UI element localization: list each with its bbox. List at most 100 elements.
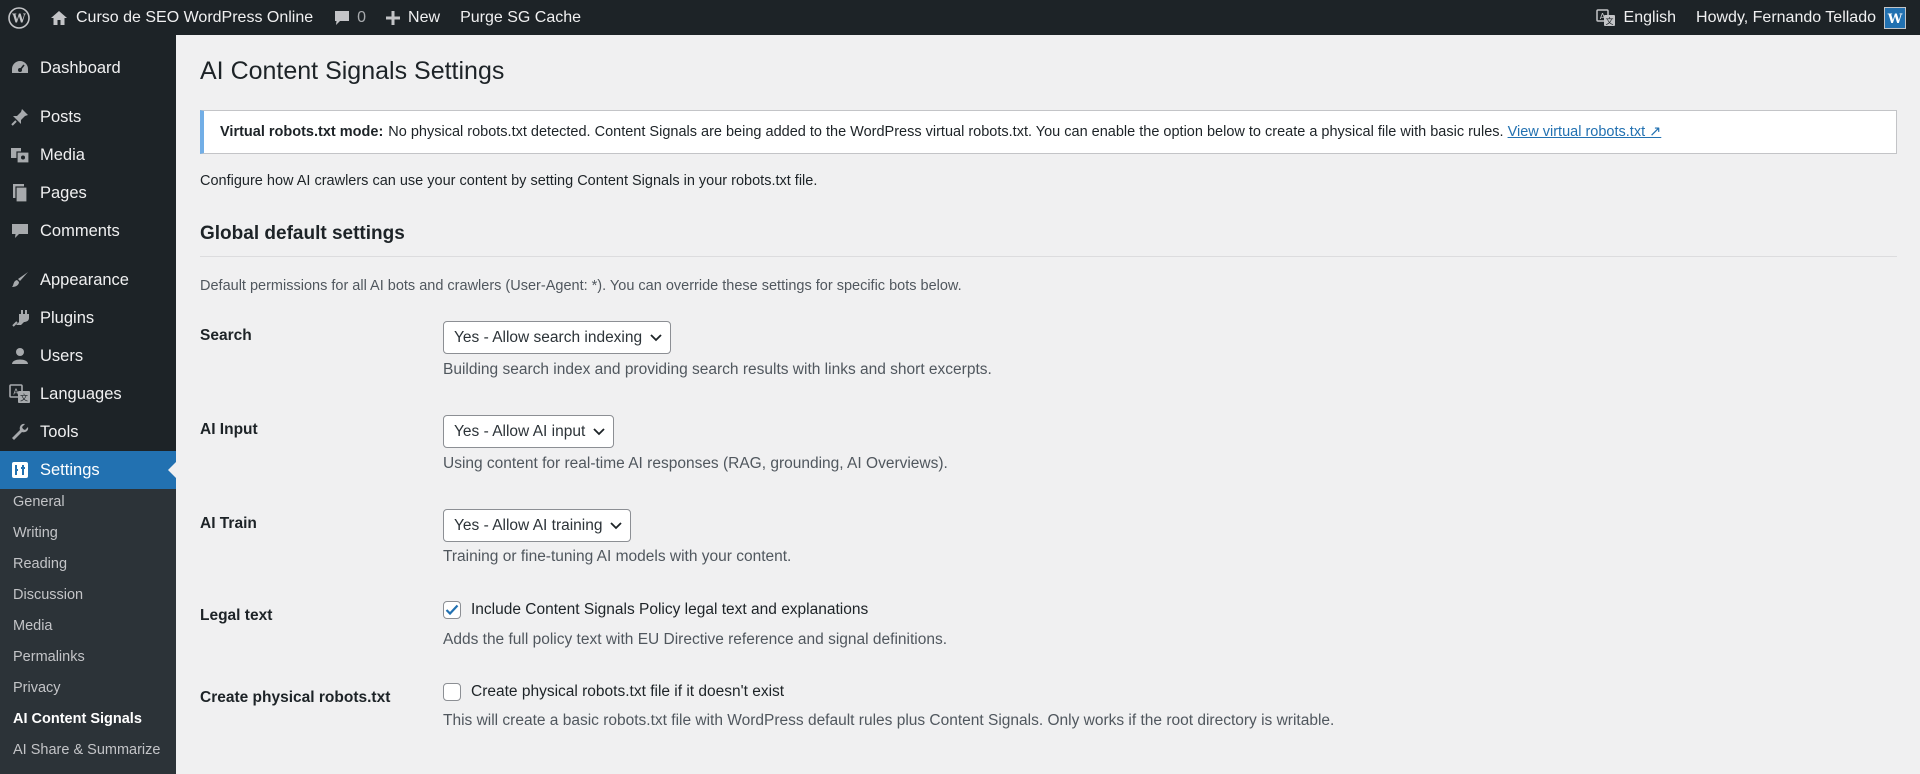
ai-train-description: Training or fine-tuning AI models with y… <box>443 548 792 565</box>
section-description: Default permissions for all AI bots and … <box>200 278 962 294</box>
site-name: Curso de SEO WordPress Online <box>76 8 314 26</box>
svg-text:W: W <box>11 11 26 25</box>
submenu-item-ai-share-summarize[interactable]: AI Share & Summarize <box>13 742 160 758</box>
current-menu-arrow <box>168 462 176 478</box>
avatar: W <box>1884 6 1906 29</box>
sidebar-item-label: Pages <box>40 183 87 202</box>
sidebar-item-label: Comments <box>40 221 120 240</box>
my-account-link[interactable]: Howdy, Fernando Tellado W <box>1686 0 1920 35</box>
ai-train-select[interactable]: Yes - Allow AI training <box>443 509 632 542</box>
sidebar-item-label: Users <box>40 346 84 365</box>
submenu-item-writing[interactable]: Writing <box>13 525 58 541</box>
pin-icon <box>0 107 40 127</box>
sidebar-item-plugins[interactable]: Plugins <box>0 299 176 337</box>
notice-text: No physical robots.txt detected. Content… <box>388 124 1504 140</box>
view-virtual-robots-link[interactable]: View virtual robots.txt ↗ <box>1508 124 1662 140</box>
comment-bubble-icon <box>333 10 351 26</box>
language-label: English <box>1623 8 1677 26</box>
settings-submenu: General Writing Reading Discussion Media… <box>0 489 176 774</box>
site-name-link[interactable]: Curso de SEO WordPress Online <box>40 0 323 35</box>
sidebar-item-settings[interactable]: Settings <box>0 451 176 489</box>
howdy-label: Howdy, Fernando Tellado <box>1696 8 1876 26</box>
submenu-item-discussion[interactable]: Discussion <box>13 587 83 603</box>
sidebar-item-label: Tools <box>40 422 79 441</box>
comments-link[interactable]: 0 <box>323 0 376 35</box>
chevron-down-icon <box>593 427 605 436</box>
purge-cache-link[interactable]: Purge SG Cache <box>450 0 591 35</box>
wordpress-logo-icon[interactable]: W <box>0 0 40 35</box>
admin-bar: W Curso de SEO WordPress Online 0 New Pu… <box>0 0 1920 35</box>
physical-robots-checkbox-label[interactable]: Create physical robots.txt file if it do… <box>471 683 784 701</box>
search-select-value: Yes - Allow search indexing <box>454 328 643 346</box>
sidebar-item-dashboard[interactable]: Dashboard <box>0 49 176 87</box>
legal-text-checkbox-label[interactable]: Include Content Signals Policy legal tex… <box>471 601 868 619</box>
info-notice: Virtual robots.txt mode: No physical rob… <box>200 110 1897 154</box>
search-description: Building search index and providing sear… <box>443 361 992 378</box>
sidebar-item-label: Appearance <box>40 270 129 289</box>
comments-count: 0 <box>357 8 367 26</box>
sidebar-item-label: Posts <box>40 107 82 126</box>
users-icon <box>0 347 40 365</box>
submenu-item-privacy[interactable]: Privacy <box>13 680 61 696</box>
physical-robots-label: Create physical robots.txt <box>200 689 391 706</box>
comments-icon <box>0 222 40 240</box>
section-title: Global default settings <box>200 223 405 244</box>
pages-icon <box>0 183 40 203</box>
submenu-item-permalinks[interactable]: Permalinks <box>13 649 85 665</box>
admin-sidebar: Dashboard Posts Media Pages Comments App… <box>0 35 176 774</box>
submenu-item-media[interactable]: Media <box>13 618 53 634</box>
ai-input-label: AI Input <box>200 421 258 438</box>
language-switcher[interactable]: A文 English <box>1586 0 1686 35</box>
plugin-icon <box>0 308 40 328</box>
physical-robots-description: This will create a basic robots.txt file… <box>443 712 1335 729</box>
svg-text:W: W <box>1887 12 1903 26</box>
ai-input-select-value: Yes - Allow AI input <box>454 422 586 440</box>
ai-train-select-value: Yes - Allow AI training <box>454 516 603 534</box>
new-content-link[interactable]: New <box>376 0 450 35</box>
legal-text-label: Legal text <box>200 607 273 624</box>
plus-icon <box>386 10 401 25</box>
sidebar-item-users[interactable]: Users <box>0 337 176 375</box>
chevron-down-icon <box>610 521 623 530</box>
wrench-icon <box>0 422 40 442</box>
sidebar-item-label: Plugins <box>40 308 95 327</box>
search-select[interactable]: Yes - Allow search indexing <box>443 321 672 354</box>
svg-text:文: 文 <box>1605 16 1613 26</box>
submenu-item-ai-content-signals[interactable]: AI Content Signals <box>13 711 142 727</box>
settings-icon <box>0 460 40 480</box>
chevron-down-icon <box>650 333 662 342</box>
sidebar-item-label: Media <box>40 145 85 164</box>
ai-input-description: Using content for real-time AI responses… <box>443 455 948 472</box>
sidebar-item-label: Dashboard <box>40 58 121 77</box>
dashboard-icon <box>0 59 40 77</box>
brush-icon <box>0 270 40 290</box>
ai-input-select[interactable]: Yes - Allow AI input <box>443 415 615 448</box>
physical-robots-checkbox[interactable] <box>443 683 461 701</box>
translation-icon: A文 <box>1595 8 1616 27</box>
sidebar-item-languages[interactable]: A文 Languages <box>0 375 176 413</box>
sidebar-item-label: Settings <box>40 460 100 479</box>
sidebar-item-media[interactable]: Media <box>0 136 176 174</box>
search-label: Search <box>200 327 252 344</box>
intro-text: Configure how AI crawlers can use your c… <box>200 173 818 189</box>
submenu-item-reading[interactable]: Reading <box>13 556 67 572</box>
legal-text-option: Include Content Signals Policy legal tex… <box>443 601 868 619</box>
purge-label: Purge SG Cache <box>460 8 582 26</box>
legal-text-checkbox[interactable] <box>443 601 461 619</box>
submenu-item-general[interactable]: General <box>13 494 65 510</box>
svg-text:文: 文 <box>20 393 28 403</box>
new-label: New <box>408 8 441 26</box>
sidebar-item-posts[interactable]: Posts <box>0 98 176 136</box>
home-icon <box>50 10 68 26</box>
sidebar-item-tools[interactable]: Tools <box>0 413 176 451</box>
sidebar-item-comments[interactable]: Comments <box>0 212 176 250</box>
legal-text-description: Adds the full policy text with EU Direct… <box>443 631 947 648</box>
physical-robots-option: Create physical robots.txt file if it do… <box>443 683 784 701</box>
main-content: AI Content Signals Settings Virtual robo… <box>176 35 1920 774</box>
page-title: AI Content Signals Settings <box>200 57 505 85</box>
sidebar-item-appearance[interactable]: Appearance <box>0 261 176 299</box>
sidebar-item-label: Languages <box>40 384 122 403</box>
ai-train-label: AI Train <box>200 515 257 532</box>
section-divider <box>200 256 1897 257</box>
sidebar-item-pages[interactable]: Pages <box>0 174 176 212</box>
